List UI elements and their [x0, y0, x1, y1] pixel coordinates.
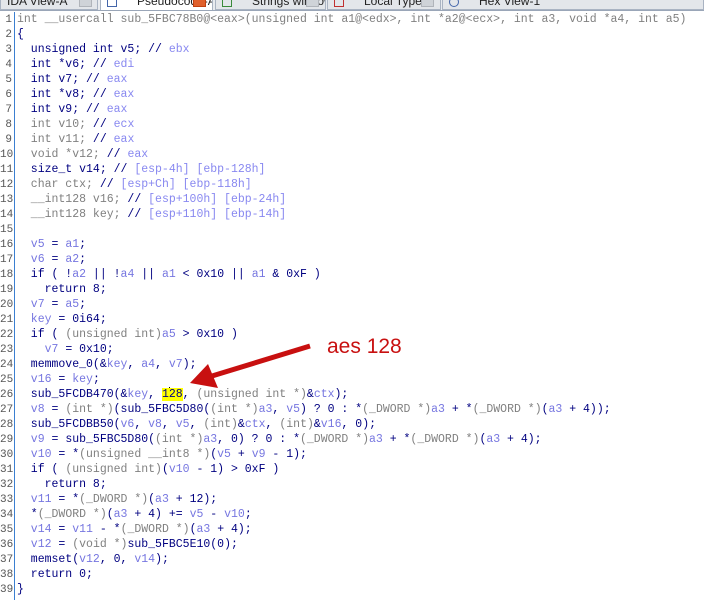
annotation-label: aes 128 [327, 335, 402, 358]
annotation-arrow [190, 343, 311, 388]
arrow-shaft [211, 343, 311, 379]
